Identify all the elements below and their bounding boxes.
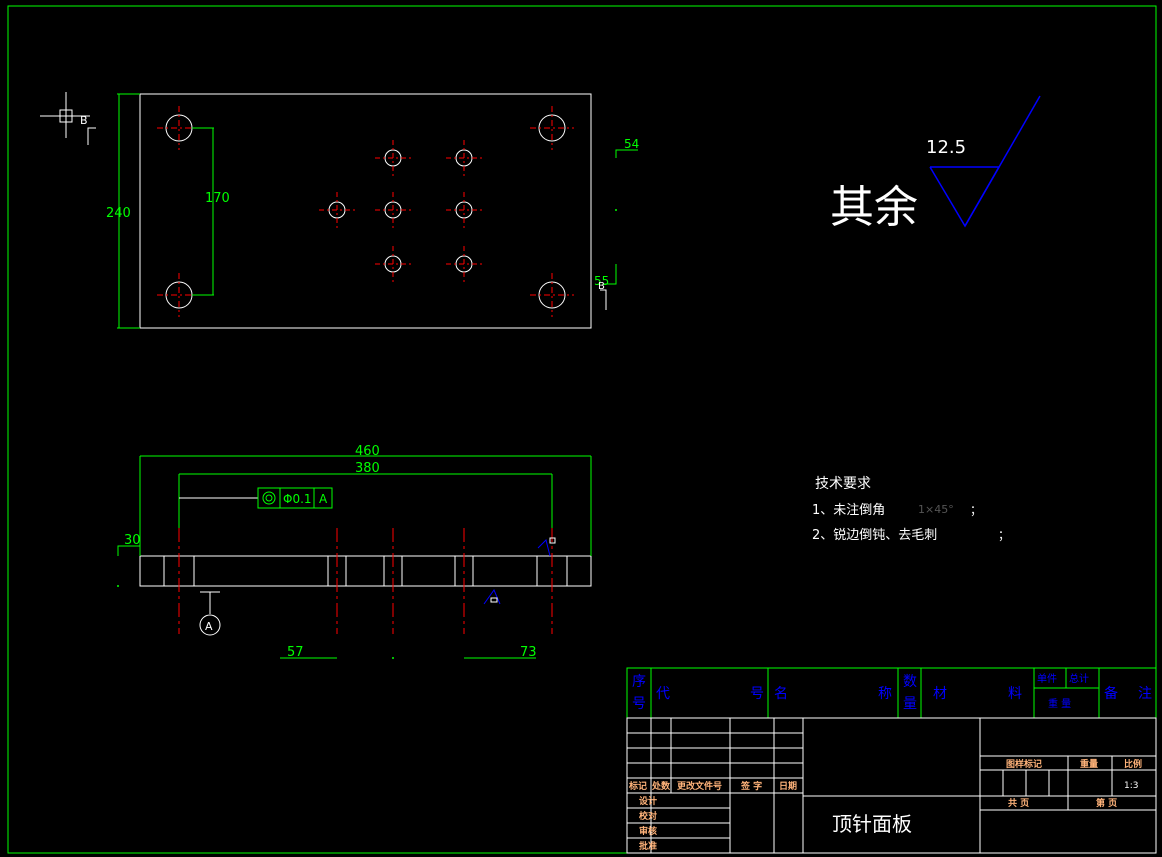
section-b2-label: B: [598, 281, 605, 292]
bom-remark-2: 注: [1138, 686, 1152, 702]
label-review: 审核: [639, 825, 657, 837]
point-marker: [392, 657, 394, 659]
label-stage: 图样标记: [1006, 758, 1042, 770]
bom-remark-1: 备: [1104, 685, 1118, 702]
gdt-value: Φ0.1: [283, 492, 312, 506]
dimension-54-label: 54: [624, 137, 639, 151]
cad-drawing-canvas: 240 170 B 54 55 B 460 380 Φ0.1 A 30 A 57…: [0, 0, 1162, 857]
label-sign: 签 字: [740, 780, 762, 792]
bom-qty-2: 量: [903, 696, 917, 712]
bom-total: 总计: [1069, 672, 1089, 685]
roughness-value: 12.5: [926, 137, 966, 158]
label-count: 处数: [651, 780, 671, 792]
tech-req-item-1-dim: 1×45°: [918, 503, 954, 516]
bom-code-1: 代: [656, 686, 670, 702]
tech-req-title: 技术要求: [815, 476, 871, 492]
label-mark: 标记: [628, 780, 647, 792]
tech-req-item-2-end: ；: [998, 528, 1010, 542]
point-marker: [615, 209, 617, 211]
tech-req-item-1: 1、未注倒角: [812, 503, 885, 518]
background: [0, 0, 1162, 857]
roughness-prefix: 其余: [830, 182, 918, 233]
section-b-label: B: [80, 114, 88, 127]
label-total-sheets: 共 页: [1008, 797, 1029, 809]
label-sheet: 第 页: [1096, 797, 1117, 809]
gdt-datum: A: [319, 492, 328, 506]
label-scale: 比例: [1124, 758, 1142, 770]
bom-seq-2: 号: [632, 696, 646, 712]
label-doc: 更改文件号: [677, 780, 722, 792]
dimension-30-label: 30: [124, 533, 141, 548]
label-check: 校对: [639, 810, 657, 822]
bom-qty-1: 数: [903, 674, 917, 690]
bom-material-1: 材: [933, 686, 947, 702]
point-marker: [117, 585, 119, 587]
scale-value: 1:3: [1124, 781, 1138, 791]
dimension-460-label: 460: [355, 444, 380, 459]
bom-material-2: 料: [1008, 686, 1022, 702]
bom-seq-1: 序: [632, 674, 646, 690]
label-approve: 批准: [639, 840, 657, 852]
dimension-57-label: 57: [287, 645, 304, 660]
label-date: 日期: [779, 780, 797, 792]
bom-unit: 单件: [1037, 673, 1057, 685]
label-weight: 重量: [1080, 758, 1098, 770]
tech-req-item-2: 2、锐边倒钝、去毛刺: [812, 528, 937, 543]
bom-name-2: 称: [878, 686, 892, 702]
bom-name-1: 名: [774, 686, 788, 702]
label-design: 设计: [639, 795, 657, 807]
dimension-240-label: 240: [106, 206, 131, 221]
part-name: 顶针面板: [832, 812, 912, 836]
tech-req-item-1-end: ；: [970, 503, 982, 517]
dimension-380-label: 380: [355, 461, 380, 476]
bom-weight: 重 量: [1048, 697, 1071, 710]
dimension-73-label: 73: [520, 645, 537, 660]
dimension-170-label: 170: [205, 191, 230, 206]
datum-a-label: A: [205, 620, 213, 633]
bom-code-2: 号: [750, 686, 764, 702]
